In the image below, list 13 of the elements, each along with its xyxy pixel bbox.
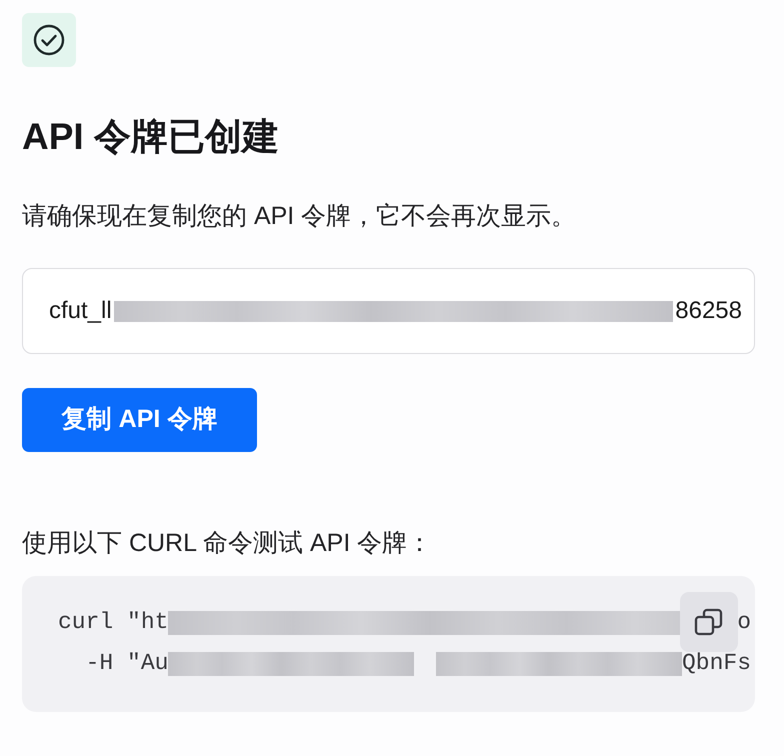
curl-instruction: 使用以下 CURL 命令测试 API 令牌： (22, 528, 434, 559)
dialog-title: API 令牌已创建 (22, 115, 280, 159)
token-text: 86258 (675, 296, 742, 326)
token-text: cfut_ll (49, 296, 112, 326)
code-text: QbnFs (682, 649, 751, 678)
warning-message: 请确保现在复制您的 API 令牌，它不会再次显示。 (22, 201, 578, 232)
token-field[interactable]: cfut_ll 86258 (22, 268, 755, 354)
code-text: -H "Au (84, 649, 168, 678)
copy-icon (694, 607, 724, 637)
code-text: curl "ht (58, 608, 168, 638)
copy-token-button[interactable]: 复制 API 令牌 (22, 388, 257, 452)
copy-button[interactable] (680, 592, 738, 652)
code-text: o (737, 608, 751, 638)
